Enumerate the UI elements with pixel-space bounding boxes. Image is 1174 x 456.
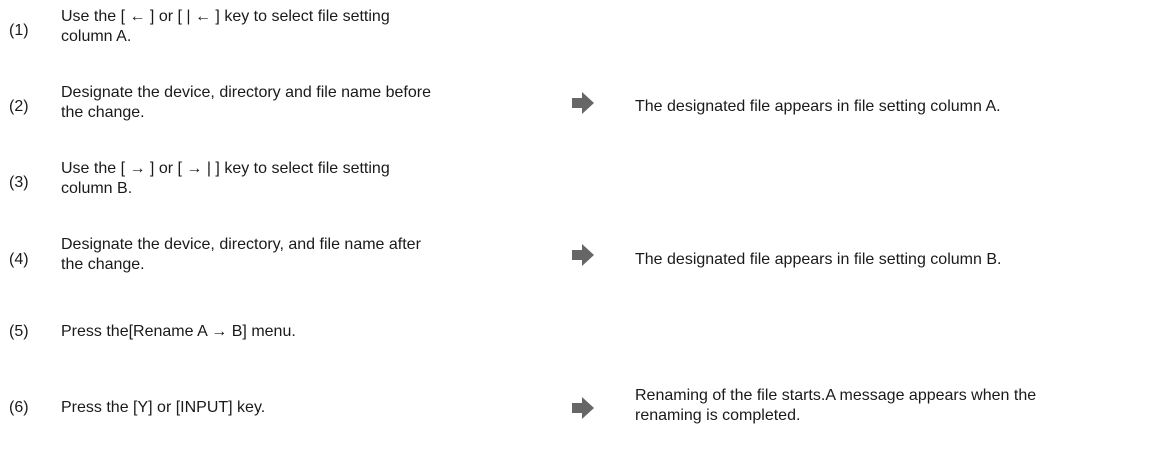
step-number: (2) (9, 98, 29, 115)
instruction-line: the change. (61, 104, 145, 121)
step-result: The designated file appears in file sett… (635, 98, 1001, 115)
step-result: Renaming of the file starts.A message ap… (635, 386, 1165, 426)
step-instruction: Press the[Rename A → B] menu. (61, 322, 551, 342)
step-number: (6) (9, 399, 29, 416)
step-number: (3) (9, 174, 29, 191)
step-number: (5) (9, 323, 29, 340)
instruction-line: Press the[Rename A → B] menu. (61, 323, 296, 340)
result-line: Renaming of the file starts.A message ap… (635, 387, 1037, 404)
step-instruction: Use the [ ← ] or [ | ← ] key to select f… (61, 7, 551, 47)
result-line: renaming is completed. (635, 407, 801, 424)
step-number: (4) (9, 251, 29, 268)
instruction-line: the change. (61, 256, 145, 273)
step-instruction: Designate the device, directory and file… (61, 83, 551, 123)
right-arrow-icon (572, 92, 594, 114)
instruction-line: Use the [ ← ] or [ | ← ] key to select f… (61, 8, 390, 25)
step-instruction: Use the [ → ] or [ → | ] key to select f… (61, 159, 551, 199)
step-instruction: Designate the device, directory, and fil… (61, 235, 551, 275)
step-result: The designated file appears in file sett… (635, 251, 1002, 268)
step-instruction: Press the [Y] or [INPUT] key. (61, 398, 551, 418)
instruction-line: Use the [ → ] or [ → | ] key to select f… (61, 160, 390, 177)
instruction-line: Designate the device, directory, and fil… (61, 236, 421, 253)
instruction-line: Designate the device, directory and file… (61, 84, 431, 101)
instruction-line: column B. (61, 180, 133, 197)
step-number: (1) (9, 22, 29, 39)
instruction-line: Press the [Y] or [INPUT] key. (61, 399, 266, 416)
instruction-line: column A. (61, 28, 132, 45)
right-arrow-icon (572, 244, 594, 266)
right-arrow-icon (572, 397, 594, 419)
